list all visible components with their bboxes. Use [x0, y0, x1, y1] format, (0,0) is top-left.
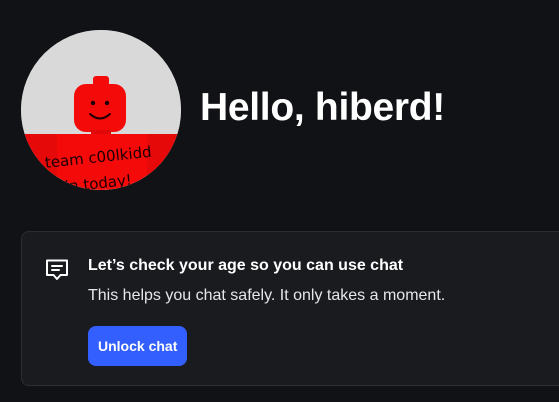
profile-avatar: team c00lkidd jn today!	[21, 30, 181, 190]
card-description: This helps you chat safely. It only take…	[88, 287, 446, 304]
unlock-chat-button[interactable]: Unlock chat	[88, 326, 188, 366]
chat-age-check-card: Let’s check your age so you can use chat…	[21, 231, 559, 386]
card-title: Let’s check your age so you can use chat	[88, 257, 404, 274]
chat-bubble-icon	[46, 259, 68, 280]
greeting-heading: Hello, hiberd!	[200, 86, 445, 129]
avatar-image: team c00lkidd jn today!	[21, 30, 181, 190]
